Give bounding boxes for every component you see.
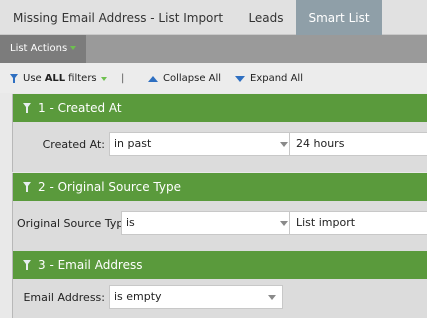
operator-select[interactable]: is empty bbox=[109, 285, 283, 309]
tab-leads[interactable]: Leads bbox=[236, 0, 296, 35]
funnel-icon bbox=[10, 74, 18, 83]
chevron-down-icon bbox=[280, 221, 288, 226]
filter-header[interactable]: 3 - Email Address bbox=[13, 251, 427, 279]
filter-body: Email Address: is empty bbox=[13, 279, 427, 318]
actions-bar: List Actions bbox=[0, 35, 427, 63]
operator-value: is empty bbox=[114, 290, 162, 303]
filter-body: Created At: in past 24 hours bbox=[13, 122, 427, 172]
triangle-down-icon bbox=[235, 75, 245, 82]
drag-handle-icon bbox=[23, 103, 31, 113]
expand-all-button[interactable]: Expand All bbox=[235, 73, 303, 84]
chevron-down-icon bbox=[100, 76, 107, 81]
operator-select[interactable]: is bbox=[121, 211, 295, 235]
operator-value: is bbox=[126, 216, 135, 229]
use-label: Use bbox=[23, 73, 42, 84]
filter-label: Original Source Type: bbox=[17, 217, 134, 230]
toolbar-separator: | bbox=[121, 73, 125, 84]
operator-select[interactable]: in past bbox=[109, 132, 295, 156]
list-actions-button[interactable]: List Actions bbox=[0, 35, 87, 63]
operator-value: in past bbox=[114, 137, 152, 150]
filter-header[interactable]: 2 - Original Source Type bbox=[13, 173, 427, 201]
chevron-down-icon bbox=[268, 295, 276, 300]
drag-handle-icon bbox=[23, 182, 31, 192]
filter-title: 1 - Created At bbox=[38, 101, 122, 115]
tab-smart-list[interactable]: Smart List bbox=[296, 0, 382, 36]
value-input[interactable]: 24 hours bbox=[289, 132, 427, 156]
filter-label: Email Address: bbox=[23, 291, 105, 304]
collapse-all-button[interactable]: Collapse All bbox=[148, 73, 221, 84]
use-all-label: ALL bbox=[44, 73, 66, 84]
drag-handle-icon bbox=[23, 260, 31, 270]
tab-bar: Missing Email Address - List Import (...… bbox=[0, 0, 427, 36]
filter-toolbar: Use ALL filters | Collapse All Expand Al… bbox=[0, 63, 427, 93]
value-input[interactable]: List import bbox=[289, 211, 427, 235]
filter-header[interactable]: 1 - Created At bbox=[13, 94, 427, 122]
triangle-up-icon bbox=[148, 75, 158, 82]
filters-label: filters bbox=[68, 73, 97, 84]
filter-title: 2 - Original Source Type bbox=[38, 180, 181, 194]
filter-label: Created At: bbox=[42, 138, 105, 151]
expand-all-label: Expand All bbox=[250, 73, 303, 84]
tab-smart-list-title[interactable]: Missing Email Address - List Import (... bbox=[13, 0, 223, 35]
chevron-down-icon bbox=[280, 142, 288, 147]
filter-card-created-at: 1 - Created At Created At: in past 24 ho… bbox=[12, 94, 427, 172]
filter-card-email-address: 3 - Email Address Email Address: is empt… bbox=[12, 251, 427, 318]
use-all-filters-button[interactable]: Use ALL filters bbox=[9, 73, 107, 84]
filter-title: 3 - Email Address bbox=[38, 258, 143, 272]
filter-body: Original Source Type: is List import bbox=[13, 201, 427, 251]
chevron-down-icon bbox=[70, 46, 77, 50]
collapse-all-label: Collapse All bbox=[163, 73, 222, 84]
filter-card-original-source-type: 2 - Original Source Type Original Source… bbox=[12, 173, 427, 251]
list-actions-label: List Actions bbox=[10, 43, 68, 54]
